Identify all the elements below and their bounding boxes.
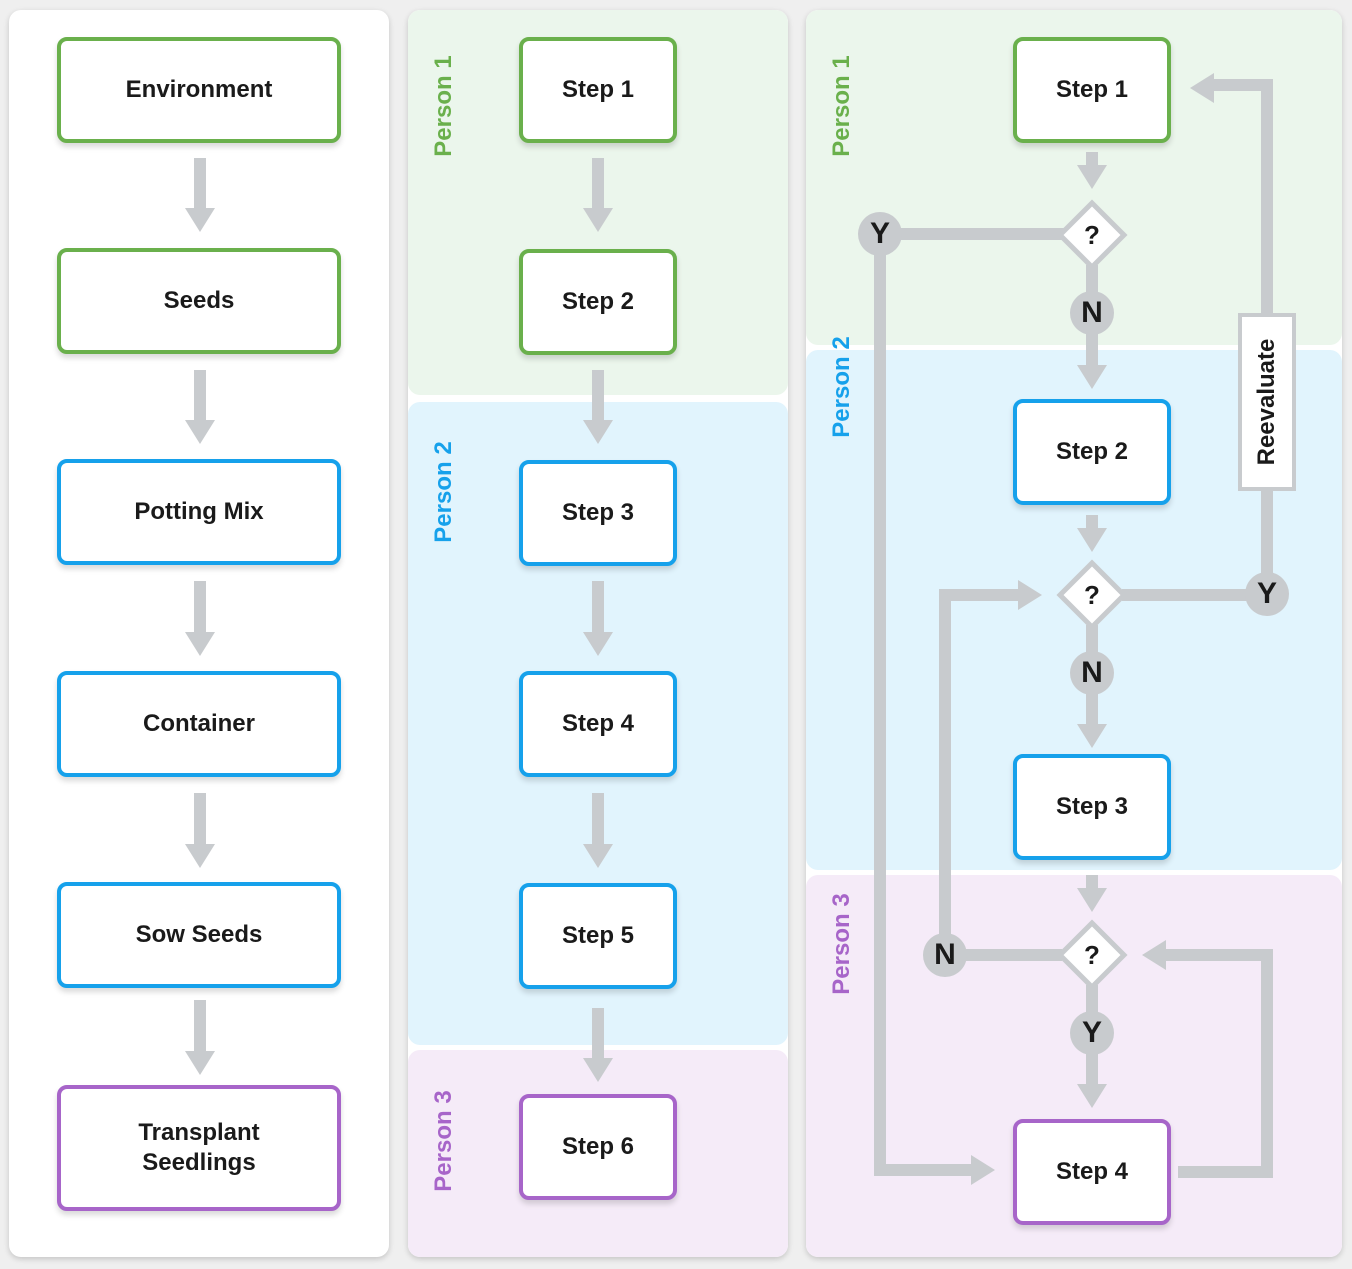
decision-1-yes-badge: Y: [858, 212, 902, 256]
decision-3-question[interactable]: ?: [1072, 935, 1112, 975]
step-label: Step 2: [561, 288, 635, 315]
decision-2-yes-badge: Y: [1245, 572, 1289, 616]
step-label: Step 2: [1055, 438, 1129, 465]
swimlane-step-1[interactable]: Step 1: [519, 37, 677, 143]
flow-step-transplant-seedlings[interactable]: Transplant Seedlings: [57, 1085, 341, 1211]
decision-step-3[interactable]: Step 3: [1013, 754, 1171, 860]
lane-label-person-2: Person 2: [828, 336, 855, 438]
step-label: Step 4: [1055, 1158, 1129, 1185]
swimlane-step-5[interactable]: Step 5: [519, 883, 677, 989]
step-label: Step 4: [561, 710, 635, 737]
flow-step-environment[interactable]: Environment: [57, 37, 341, 143]
flow-step-container[interactable]: Container: [57, 671, 341, 777]
flow-step-seeds[interactable]: Seeds: [57, 248, 341, 354]
step-label: Step 3: [561, 499, 635, 526]
step-label: Container: [142, 710, 255, 737]
decision-flow-panel: Person 1 Person 2 Person 3: [806, 10, 1342, 1257]
reevaluate-label-box: Reevaluate: [1238, 313, 1296, 491]
step-label: Environment: [125, 76, 273, 103]
step-label: Step 5: [561, 922, 635, 949]
reevaluate-label: Reevaluate: [1253, 338, 1280, 466]
step-label: Step 1: [561, 76, 635, 103]
lane-label-person-2: Person 2: [430, 441, 457, 543]
decision-2-no-badge: N: [1070, 651, 1114, 695]
decision-3-no-badge: N: [923, 933, 967, 977]
decision-3-yes-badge: Y: [1070, 1011, 1114, 1055]
step-label: Step 6: [561, 1133, 635, 1160]
swimlane-step-3[interactable]: Step 3: [519, 460, 677, 566]
swimlane-step-4[interactable]: Step 4: [519, 671, 677, 777]
decision-2-question[interactable]: ?: [1072, 575, 1112, 615]
lane-label-person-1: Person 1: [828, 55, 855, 157]
decision-step-1[interactable]: Step 1: [1013, 37, 1171, 143]
step-label: Sow Seeds: [135, 921, 263, 948]
flow-step-potting-mix[interactable]: Potting Mix: [57, 459, 341, 565]
decision-1-no-badge: N: [1070, 291, 1114, 335]
swimlane-flow-panel: Person 1 Person 2 Person 3: [408, 10, 788, 1257]
decision-step-4[interactable]: Step 4: [1013, 1119, 1171, 1225]
decision-step-2[interactable]: Step 2: [1013, 399, 1171, 505]
step-label: Seeds: [163, 287, 235, 314]
step-label: Step 1: [1055, 76, 1129, 103]
lane-label-person-1: Person 1: [430, 55, 457, 157]
simple-flow-panel: [9, 10, 389, 1257]
step-label: Step 3: [1055, 793, 1129, 820]
lane-label-person-3: Person 3: [430, 1090, 457, 1192]
swimlane-step-6[interactable]: Step 6: [519, 1094, 677, 1200]
step-label: Potting Mix: [134, 498, 264, 525]
step-label: Transplant Seedlings: [138, 1119, 260, 1176]
flow-step-sow-seeds[interactable]: Sow Seeds: [57, 882, 341, 988]
swimlane-step-2[interactable]: Step 2: [519, 249, 677, 355]
decision-1-question[interactable]: ?: [1072, 215, 1112, 255]
lane-label-person-3: Person 3: [828, 893, 855, 995]
